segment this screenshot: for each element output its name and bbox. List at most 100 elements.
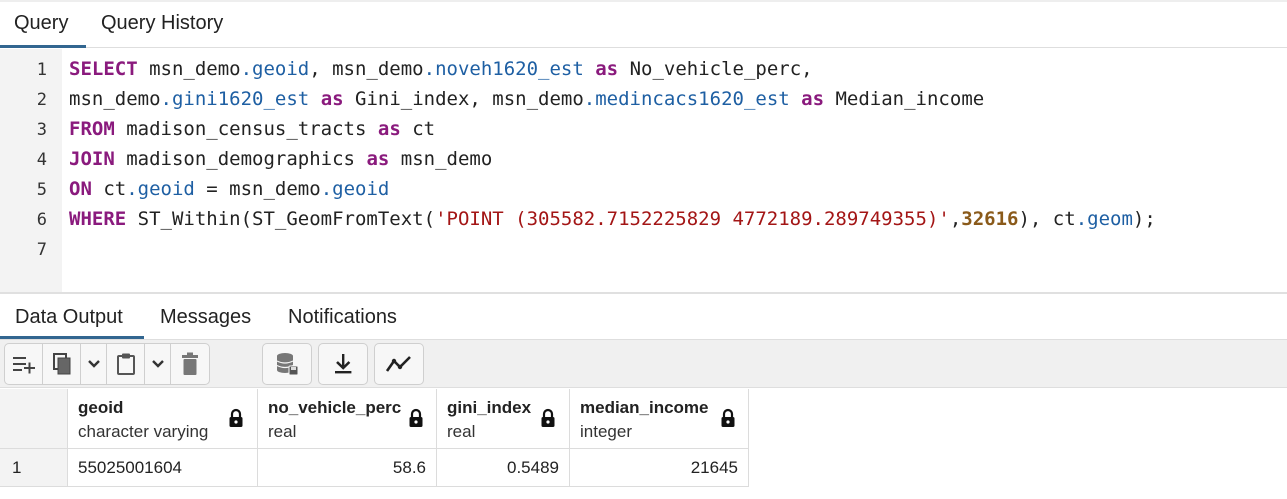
table-cell-geoid[interactable]: 55025001604 [68, 449, 258, 487]
code-line-2[interactable]: msn_demo.gini1620_est as Gini_index, msn… [69, 88, 984, 110]
lock-icon [721, 408, 735, 427]
column-name: no_vehicle_perc [268, 398, 402, 417]
code-token: ST_Within(ST_GeomFromText( [126, 208, 436, 230]
query-tabs-bar: Query Query History [0, 0, 1287, 48]
sql-keyword: ON [69, 178, 92, 200]
add-row-icon [12, 357, 35, 374]
code-token: = msn_demo [194, 178, 321, 200]
column-type: integer [580, 422, 632, 441]
sql-keyword: as [377, 118, 401, 140]
sql-keyword: JOIN [69, 148, 115, 170]
code-token: , [949, 208, 962, 230]
paste-options-dropdown[interactable] [145, 344, 171, 384]
column-header-gini-index[interactable]: gini_index real [437, 389, 570, 449]
column-header-median-income[interactable]: median_income integer [570, 389, 749, 449]
code-token: madison_census_tracts [114, 118, 378, 140]
code-token: msn_demo [137, 58, 241, 80]
chevron-down-icon [151, 360, 164, 368]
line-number: 6 [36, 210, 47, 230]
table-cell-median-income[interactable]: 21645 [570, 449, 749, 487]
lock-icon [541, 408, 555, 427]
tab-data-output[interactable]: Data Output [15, 306, 123, 329]
code-token: , msn_demo [309, 58, 424, 80]
tab-notifications[interactable]: Notifications [288, 306, 397, 329]
sql-keyword: SELECT [69, 58, 138, 80]
column-reference: .gini1620_est [160, 88, 310, 110]
number-literal: 32616 [961, 208, 1019, 230]
code-token: ct [91, 178, 127, 200]
column-name: median_income [580, 398, 709, 417]
column-name: geoid [78, 398, 124, 417]
active-tab-indicator [0, 45, 86, 48]
sql-keyword: as [320, 88, 344, 110]
tab-messages[interactable]: Messages [160, 306, 251, 329]
line-number-gutter: 1 2 3 4 5 6 7 [0, 49, 62, 293]
copy-options-dropdown[interactable] [81, 344, 107, 384]
chevron-down-icon [87, 360, 100, 368]
code-token: msn_demo [69, 88, 161, 110]
download-button-group [318, 343, 368, 385]
sql-editor[interactable]: 1 2 3 4 5 6 7 SELECT msn_demo.geoid, msn… [0, 49, 1287, 293]
column-reference: .geom [1075, 208, 1133, 230]
code-line-4[interactable]: JOIN madison_demographics as msn_demo [69, 148, 492, 170]
line-number: 3 [36, 120, 47, 140]
grid-corner-cell[interactable] [0, 389, 68, 449]
column-header-geoid[interactable]: geoid character varying [68, 389, 258, 449]
column-reference: .medincacs1620_est [583, 88, 790, 110]
line-number: 4 [36, 150, 47, 170]
sql-keyword: as [801, 88, 825, 110]
edit-button-group [4, 343, 210, 385]
code-line-3[interactable]: FROM madison_census_tracts as ct [69, 118, 435, 140]
column-reference: .geoid [126, 178, 195, 200]
column-type: real [447, 422, 476, 441]
data-output-toolbar [0, 340, 1287, 388]
graph-button-group [374, 343, 424, 385]
code-line-6[interactable]: WHERE ST_Within(ST_GeomFromText('POINT (… [69, 208, 1156, 230]
code-token: ); [1132, 208, 1156, 230]
graph-visualiser-icon [385, 356, 411, 372]
sql-keyword: as [595, 58, 619, 80]
column-type: real [268, 422, 297, 441]
column-reference: .geoid [240, 58, 310, 80]
save-data-button[interactable] [263, 344, 311, 384]
save-data-icon [276, 353, 299, 376]
lock-icon [409, 408, 423, 427]
delete-button[interactable] [171, 344, 209, 384]
paste-button[interactable] [107, 344, 145, 384]
column-name: gini_index [447, 398, 532, 417]
code-token: No_vehicle_perc, [618, 58, 813, 80]
sql-keyword: WHERE [69, 208, 127, 230]
download-button[interactable] [319, 344, 367, 384]
line-number: 5 [36, 180, 47, 200]
code-token: msn_demo [389, 148, 493, 170]
code-token: madison_demographics [114, 148, 367, 170]
table-cell-no-vehicle-perc[interactable]: 58.6 [258, 449, 437, 487]
copy-button[interactable] [43, 344, 81, 384]
column-type: character varying [78, 422, 209, 441]
graph-visualiser-button[interactable] [375, 344, 423, 384]
table-cell-gini-index[interactable]: 0.5489 [437, 449, 570, 487]
row-number[interactable]: 1 [0, 449, 68, 487]
column-reference: .noveh1620_est [423, 58, 584, 80]
add-row-button[interactable] [5, 344, 43, 384]
code-line-5[interactable]: ON ct.geoid = msn_demo.geoid [69, 178, 389, 200]
column-header-no-vehicle-perc[interactable]: no_vehicle_perc real [258, 389, 437, 449]
code-token: Median_income [824, 88, 985, 110]
copy-icon [52, 353, 70, 375]
sql-keyword: FROM [69, 118, 115, 140]
download-icon [335, 354, 352, 374]
paste-icon [116, 353, 135, 375]
tab-query[interactable]: Query [14, 12, 68, 35]
code-token: ), ct [1018, 208, 1076, 230]
code-token: ct [400, 118, 436, 140]
tab-query-history[interactable]: Query History [101, 12, 223, 35]
code-line-1[interactable]: SELECT msn_demo.geoid, msn_demo.noveh162… [69, 58, 813, 80]
output-tabs-bar: Data Output Messages Notifications [0, 294, 1287, 340]
lock-icon [229, 408, 243, 427]
delete-icon [182, 352, 198, 375]
line-number: 2 [36, 90, 47, 110]
column-reference: .geoid [320, 178, 390, 200]
